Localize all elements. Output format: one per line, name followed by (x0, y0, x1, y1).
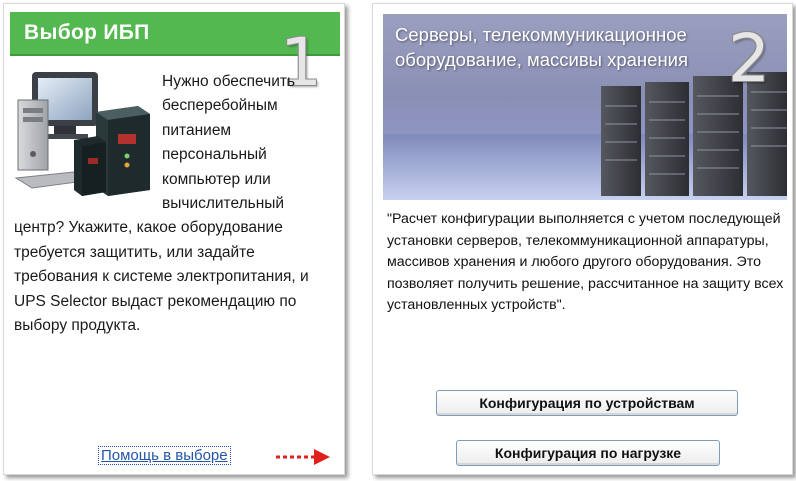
computer-and-ups-icon (14, 70, 154, 200)
description-wrapped-text: Нужно обеспечить бесперебойным питанием … (162, 73, 296, 164)
panel-title: Выбор ИБП (24, 21, 150, 44)
servers-banner: Серверы, телекоммуникационное оборудован… (383, 14, 787, 200)
red-arrow-right-icon[interactable] (274, 448, 332, 466)
config-description: "Расчет конфигурации выполняется с учето… (387, 211, 784, 313)
banner-title-line2: оборудование, массивы хранения (395, 49, 689, 70)
servers-config-panel: Серверы, телекоммуникационное оборудован… (372, 3, 793, 475)
ups-selection-panel: Выбор ИБП 1 Нужно обеспечить бесперебойн… (3, 3, 345, 475)
step-number: 2 (728, 20, 770, 97)
config-by-devices-button[interactable]: Конфигурация по устройствам (436, 390, 738, 416)
selection-help-link[interactable]: Помощь в выборе (98, 446, 231, 465)
panel-description: Нужно обеспечить бесперебойным питанием … (14, 70, 336, 338)
config-by-load-button[interactable]: Конфигурация по нагрузке (456, 440, 720, 466)
banner-title-line1: Серверы, телекоммуникационное (395, 24, 687, 45)
banner-title: Серверы, телекоммуникационное оборудован… (395, 22, 785, 72)
